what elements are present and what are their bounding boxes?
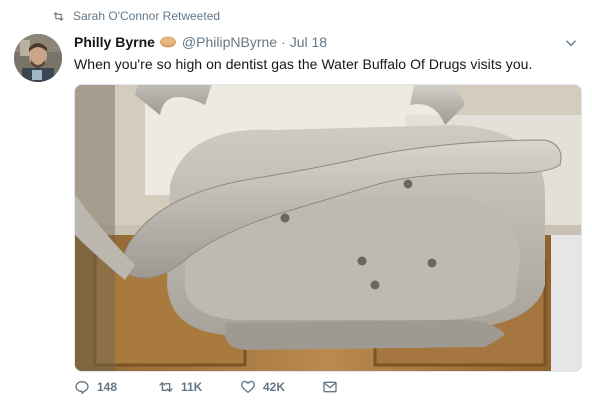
like-count: 42K bbox=[263, 380, 286, 394]
chevron-down-icon[interactable] bbox=[564, 36, 578, 50]
tweet-photo[interactable] bbox=[74, 84, 582, 372]
separator-dot: · bbox=[281, 34, 286, 50]
retweet-notice-text[interactable]: Sarah O'Connor Retweeted bbox=[73, 9, 220, 23]
author-name[interactable]: Philly Byrne bbox=[74, 34, 155, 50]
tweet-header: Philly Byrne @PhilipNByrne · Jul 18 bbox=[74, 34, 578, 50]
retweet-icon bbox=[53, 11, 64, 21]
author-handle[interactable]: @PhilipNByrne bbox=[182, 34, 277, 50]
reply-count: 148 bbox=[97, 380, 118, 394]
direct-message-button[interactable] bbox=[322, 379, 338, 395]
bread-emoji bbox=[159, 35, 177, 49]
tweet-text: When you're so high on dentist gas the W… bbox=[74, 56, 533, 72]
retweet-icon bbox=[159, 382, 173, 392]
reply-icon bbox=[75, 381, 89, 394]
tweet-date[interactable]: Jul 18 bbox=[290, 34, 327, 50]
avatar[interactable] bbox=[14, 34, 62, 82]
retweet-notice: Sarah O'Connor Retweeted bbox=[52, 9, 220, 23]
like-button[interactable]: 42K bbox=[240, 379, 322, 395]
heart-icon bbox=[241, 380, 255, 393]
tweet-actions: 148 11K 42K bbox=[74, 379, 338, 395]
reply-button[interactable]: 148 bbox=[74, 379, 158, 395]
retweet-button[interactable]: 11K bbox=[158, 379, 240, 395]
retweet-count: 11K bbox=[181, 380, 203, 394]
envelope-icon bbox=[323, 381, 337, 393]
